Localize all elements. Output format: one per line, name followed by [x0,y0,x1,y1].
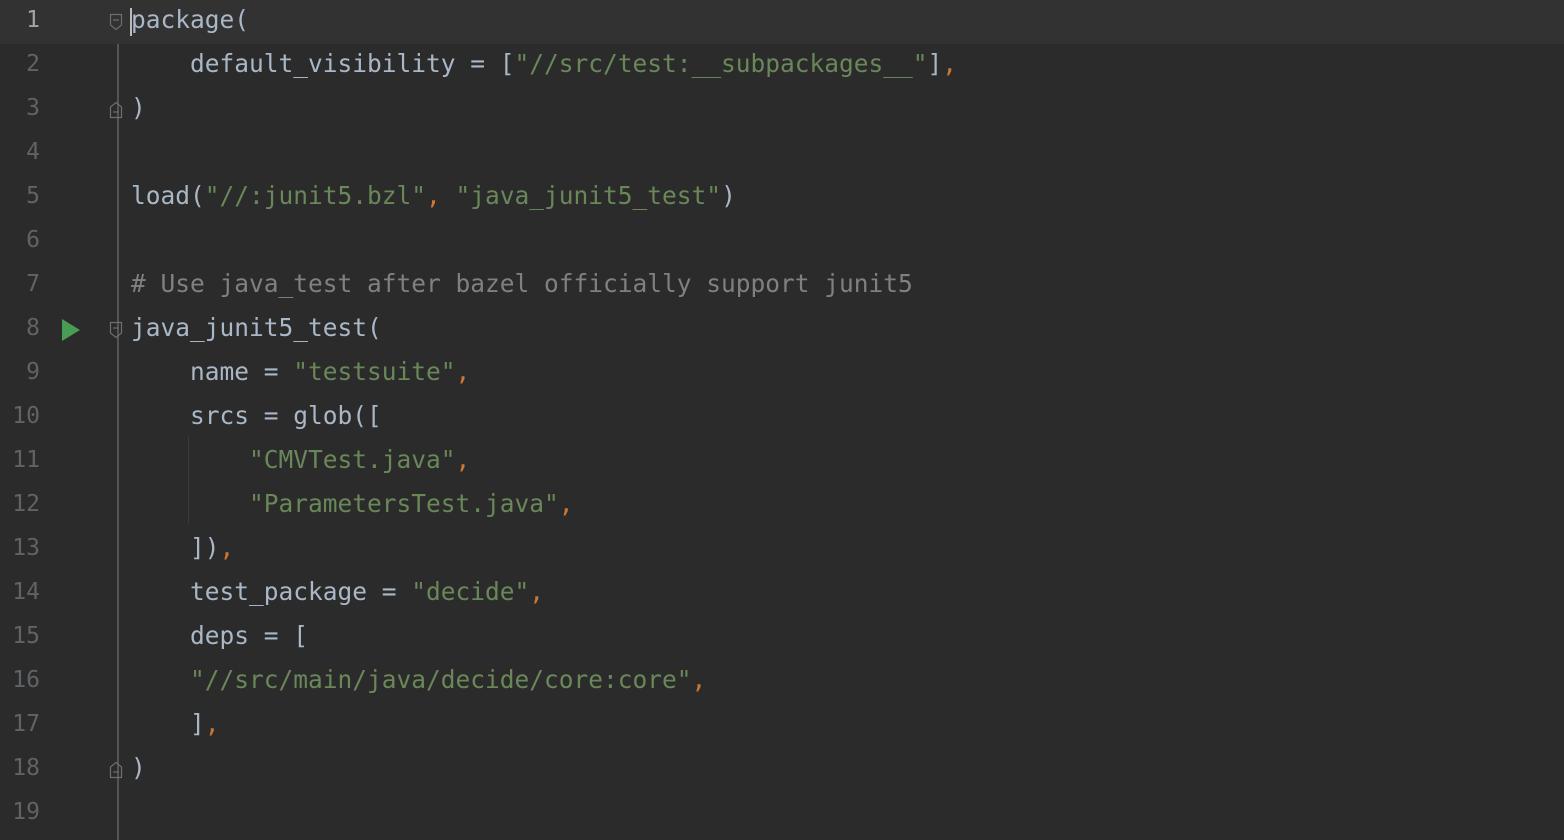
line-number: 3 [26,95,40,121]
code-line[interactable]: 13 ]), [0,528,1564,572]
string-literal: "//src/test:__subpackages__" [514,49,928,78]
code-line[interactable]: 14 test_package = "decide", [0,572,1564,616]
code-text[interactable]: test_package = "decide", [131,576,544,608]
line-number: 12 [12,491,40,517]
line-number: 7 [26,271,40,297]
code-token: ] [927,49,943,78]
code-text[interactable]: java_junit5_test( [131,312,382,344]
code-token: default_visibility = [ [131,49,515,78]
code-line[interactable]: 6 [0,220,1564,264]
code-text[interactable]: ]), [131,532,234,564]
code-token: , [529,577,545,606]
line-number: 8 [26,315,40,341]
code-line[interactable]: 1 package( [0,0,1564,44]
code-token: java_junit5_test( [131,313,382,342]
line-number: 19 [12,799,40,825]
code-token: package( [131,5,250,34]
line-number: 5 [26,183,40,209]
code-text[interactable]: "ParametersTest.java", [131,488,574,520]
code-line[interactable]: 19 [0,792,1564,836]
code-line[interactable]: 11 "CMVTest.java", [0,440,1564,484]
fold-collapse-icon[interactable] [109,13,123,31]
code-text[interactable]: "//src/main/java/decide/core:core", [131,664,706,696]
fold-end-icon[interactable] [109,101,123,119]
line-number: 2 [26,51,40,77]
code-line[interactable]: 16 "//src/main/java/decide/core:core", [0,660,1564,704]
code-token: test_package = [131,577,412,606]
code-line[interactable]: 12 "ParametersTest.java", [0,484,1564,528]
code-line[interactable]: 7 # Use java_test after bazel officially … [0,264,1564,308]
code-line[interactable]: 10 srcs = glob([ [0,396,1564,440]
code-text[interactable]: # Use java_test after bazel officially s… [131,268,913,300]
string-literal: "testsuite" [293,357,456,386]
code-token: , [558,489,574,518]
code-token: load( [131,181,205,210]
code-token: ) [131,93,146,122]
code-text[interactable]: srcs = glob([ [131,400,382,432]
code-text[interactable]: ) [131,752,146,784]
code-text[interactable]: package( [131,4,249,36]
string-literal: "ParametersTest.java" [249,489,559,518]
line-number: 10 [12,403,40,429]
code-line[interactable]: 5 load("//:junit5.bzl", "java_junit5_test… [0,176,1564,220]
code-line[interactable]: 9 name = "testsuite", [0,352,1564,396]
code-text[interactable]: ], [131,708,220,740]
string-literal: "//src/main/java/decide/core:core" [190,665,692,694]
line-number: 18 [12,755,40,781]
line-number: 14 [12,579,40,605]
line-number: 13 [12,535,40,561]
line-number: 11 [12,447,40,473]
code-comment: # Use java_test after bazel officially s… [131,269,913,298]
string-literal: "java_junit5_test" [455,181,722,210]
code-token: , [942,49,958,78]
code-text[interactable]: load("//:junit5.bzl", "java_junit5_test"… [131,180,736,212]
code-line[interactable]: 2 default_visibility = ["//src/test:__su… [0,44,1564,88]
string-literal: "decide" [411,577,530,606]
line-number: 1 [26,7,40,33]
code-token: ] [131,709,205,738]
code-token: , [455,445,471,474]
code-text[interactable]: default_visibility = ["//src/test:__subp… [131,48,957,80]
code-editor[interactable]: 1 package(2 default_visibility = ["//src/… [0,0,1564,840]
code-text[interactable]: "CMVTest.java", [131,444,470,476]
line-number: 16 [12,667,40,693]
code-token: ]) [131,533,220,562]
code-line[interactable]: 4 [0,132,1564,176]
code-token: , [691,665,707,694]
code-token: srcs = glob([ [131,401,382,430]
line-number: 9 [26,359,40,385]
code-token: ) [721,181,736,210]
code-token: , [426,181,456,210]
string-literal: "//:junit5.bzl" [204,181,427,210]
code-token: deps = [ [131,621,309,650]
code-token: ) [131,753,146,782]
code-token: , [204,709,220,738]
code-token: name = [131,357,294,386]
fold-end-icon[interactable] [109,761,123,779]
code-text[interactable]: deps = [ [131,620,308,652]
code-token: , [219,533,235,562]
line-number: 17 [12,711,40,737]
code-line[interactable]: 8 java_junit5_test( [0,308,1564,352]
code-line[interactable]: 18) [0,748,1564,792]
code-text[interactable]: ) [131,92,146,124]
run-play-icon[interactable] [62,319,80,341]
code-text[interactable]: name = "testsuite", [131,356,470,388]
string-literal: "CMVTest.java" [249,445,456,474]
code-token: , [455,357,471,386]
code-line[interactable]: 17 ], [0,704,1564,748]
line-number: 6 [26,227,40,253]
line-number: 4 [26,139,40,165]
fold-collapse-icon[interactable] [109,321,123,339]
line-number: 15 [12,623,40,649]
code-line[interactable]: 3) [0,88,1564,132]
text-caret [130,8,132,36]
code-line[interactable]: 15 deps = [ [0,616,1564,660]
